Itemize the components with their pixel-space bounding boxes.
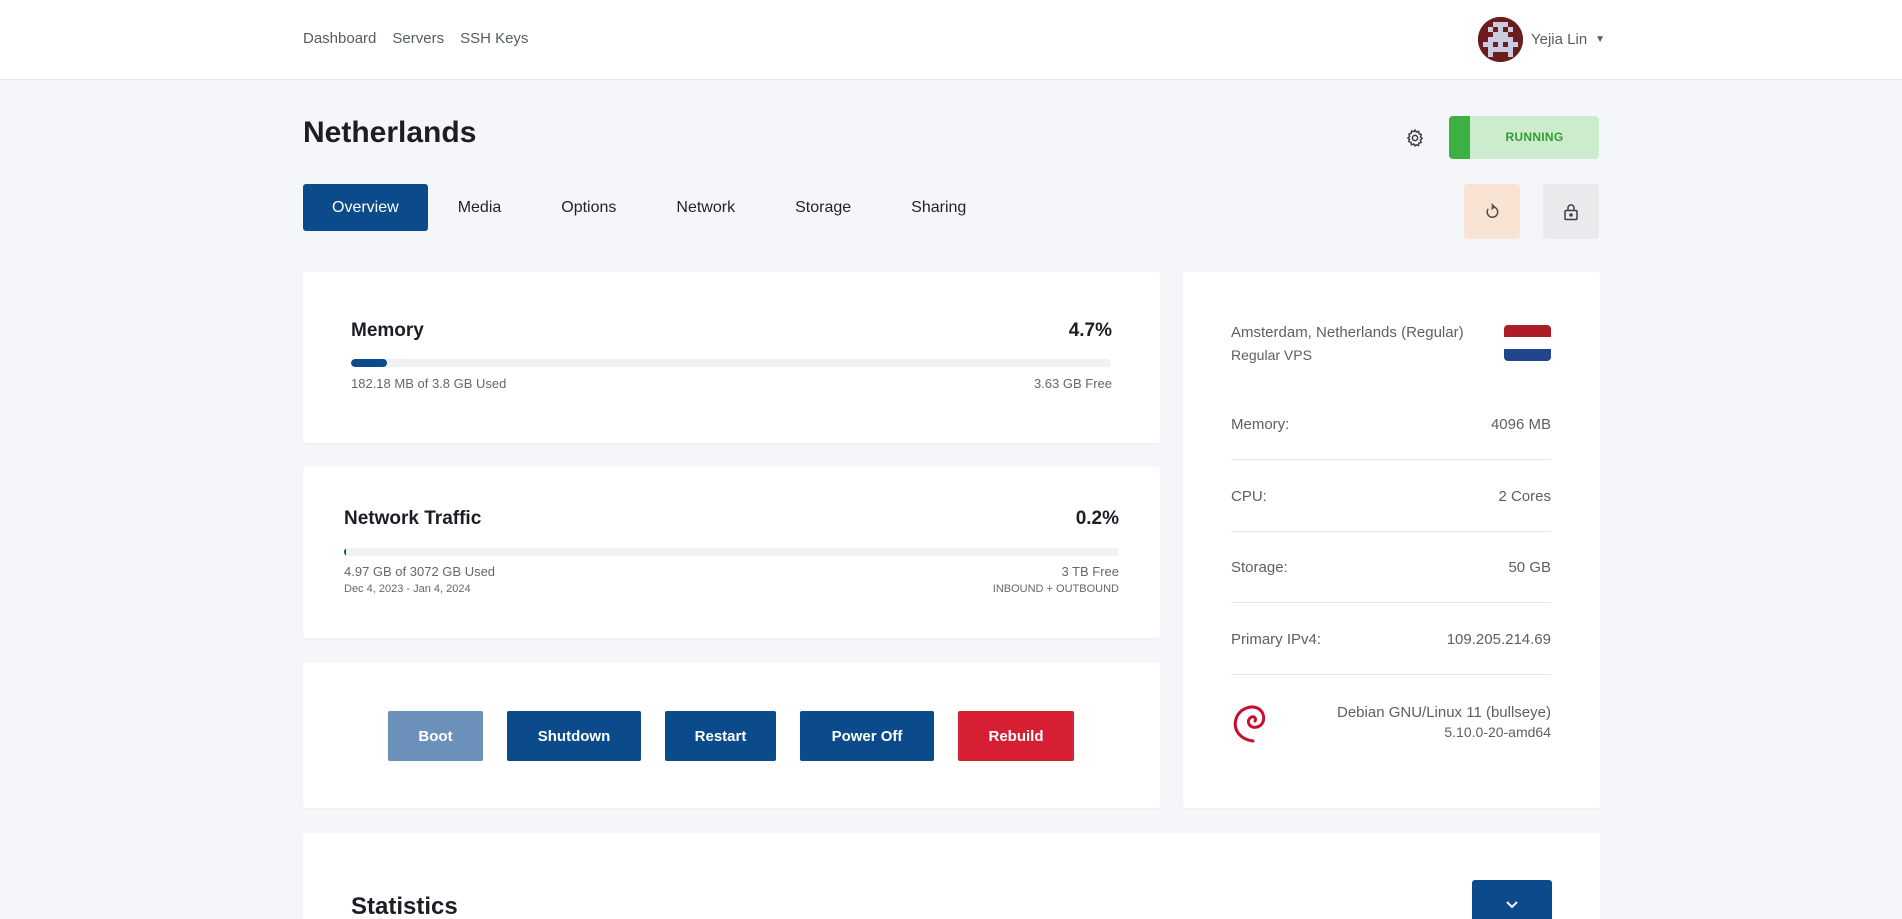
rebuild-button[interactable]: Rebuild <box>958 711 1074 761</box>
page-title: Netherlands <box>303 116 477 149</box>
avatar <box>1478 17 1523 62</box>
chevron-down-icon <box>1506 901 1518 909</box>
os-kernel: 5.10.0-20-amd64 <box>1444 724 1551 740</box>
user-name: Yejia Lin <box>1531 31 1588 48</box>
memory-percent: 4.7% <box>1068 320 1112 341</box>
memory-free: 3.63 GB Free <box>1033 376 1112 391</box>
tab-network[interactable]: Network <box>646 184 765 231</box>
netherlands-flag-icon <box>1504 325 1551 361</box>
nav-link-servers[interactable]: Servers <box>392 30 444 47</box>
nav-link-ssh-keys[interactable]: SSH Keys <box>460 30 528 47</box>
memory-progress-bar <box>351 359 1111 367</box>
boot-button[interactable]: Boot <box>388 711 483 761</box>
caret-down-icon: ▼ <box>1595 34 1606 45</box>
lock-icon <box>1564 203 1578 220</box>
server-tabs: Overview Media Options Network Storage S… <box>303 184 996 231</box>
memory-card: Memory 4.7% 182.18 MB of 3.8 GB Used 3.6… <box>303 272 1160 443</box>
spec-row-ipv4: Primary IPv4: 109.205.214.69 <box>1231 604 1551 675</box>
power-off-button[interactable]: Power Off <box>800 711 934 761</box>
server-info-card: Amsterdam, Netherlands (Regular) Regular… <box>1183 272 1600 808</box>
spec-label: CPU: <box>1231 487 1267 505</box>
spec-row-cpu: CPU: 2 Cores <box>1231 461 1551 532</box>
network-traffic-card: Network Traffic 0.2% 4.97 GB of 3072 GB … <box>303 467 1160 638</box>
spec-row-storage: Storage: 50 GB <box>1231 532 1551 603</box>
network-progress-bar <box>344 548 1119 556</box>
network-percent: 0.2% <box>1075 508 1119 529</box>
refresh-icon <box>1486 203 1499 218</box>
gear-icon[interactable] <box>1405 128 1425 148</box>
tab-storage[interactable]: Storage <box>765 184 881 231</box>
spec-label: Storage: <box>1231 558 1288 576</box>
network-free: 3 TB Free <box>1061 564 1119 579</box>
tab-media[interactable]: Media <box>428 184 532 231</box>
user-menu[interactable]: Yejia Lin ▼ <box>1478 17 1605 62</box>
tab-options[interactable]: Options <box>531 184 646 231</box>
spec-value: 50 GB <box>1508 558 1551 576</box>
power-actions-card: Boot Shutdown Restart Power Off Rebuild <box>303 663 1160 808</box>
server-plan: Regular VPS <box>1231 347 1312 363</box>
spec-value: 4096 MB <box>1490 415 1551 433</box>
network-period: Dec 4, 2023 - Jan 4, 2024 <box>344 583 471 595</box>
power-actions: Boot Shutdown Restart Power Off Rebuild <box>388 711 1074 761</box>
debian-logo-icon <box>1231 701 1269 747</box>
spec-value: 2 Cores <box>1498 487 1551 505</box>
os-name: Debian GNU/Linux 11 (bullseye) <box>1337 704 1551 721</box>
spec-label: Primary IPv4: <box>1231 630 1322 648</box>
status-indicator <box>1449 116 1470 159</box>
statistics-title: Statistics <box>351 893 458 919</box>
main-nav: Dashboard Servers SSH Keys <box>303 30 528 47</box>
nav-link-dashboard[interactable]: Dashboard <box>303 30 376 47</box>
spec-value[interactable]: 109.205.214.69 <box>1447 631 1551 648</box>
network-progress-fill <box>344 548 346 556</box>
statistics-toggle-button[interactable] <box>1472 880 1552 919</box>
lock-button[interactable] <box>1543 184 1599 239</box>
tab-sharing[interactable]: Sharing <box>881 184 996 231</box>
server-location: Amsterdam, Netherlands (Regular) <box>1231 324 1464 341</box>
status-badge: RUNNING <box>1449 116 1599 159</box>
network-used: 4.97 GB of 3072 GB Used <box>344 564 496 579</box>
memory-title: Memory <box>351 320 424 341</box>
spec-row-memory: Memory: 4096 MB <box>1231 389 1551 460</box>
statistics-card: Statistics <box>303 833 1600 919</box>
network-direction: INBOUND + OUTBOUND <box>992 583 1119 595</box>
network-title: Network Traffic <box>344 508 482 529</box>
shutdown-button[interactable]: Shutdown <box>507 711 641 761</box>
tab-overview[interactable]: Overview <box>303 184 428 231</box>
reboot-button[interactable] <box>1464 184 1520 239</box>
spec-label: Memory: <box>1231 415 1290 433</box>
top-navbar: Dashboard Servers SSH Keys Yejia Lin ▼ <box>0 0 1902 80</box>
memory-progress-fill <box>351 359 387 367</box>
status-label: RUNNING <box>1505 130 1564 144</box>
restart-button[interactable]: Restart <box>665 711 776 761</box>
memory-used: 182.18 MB of 3.8 GB Used <box>351 376 507 391</box>
